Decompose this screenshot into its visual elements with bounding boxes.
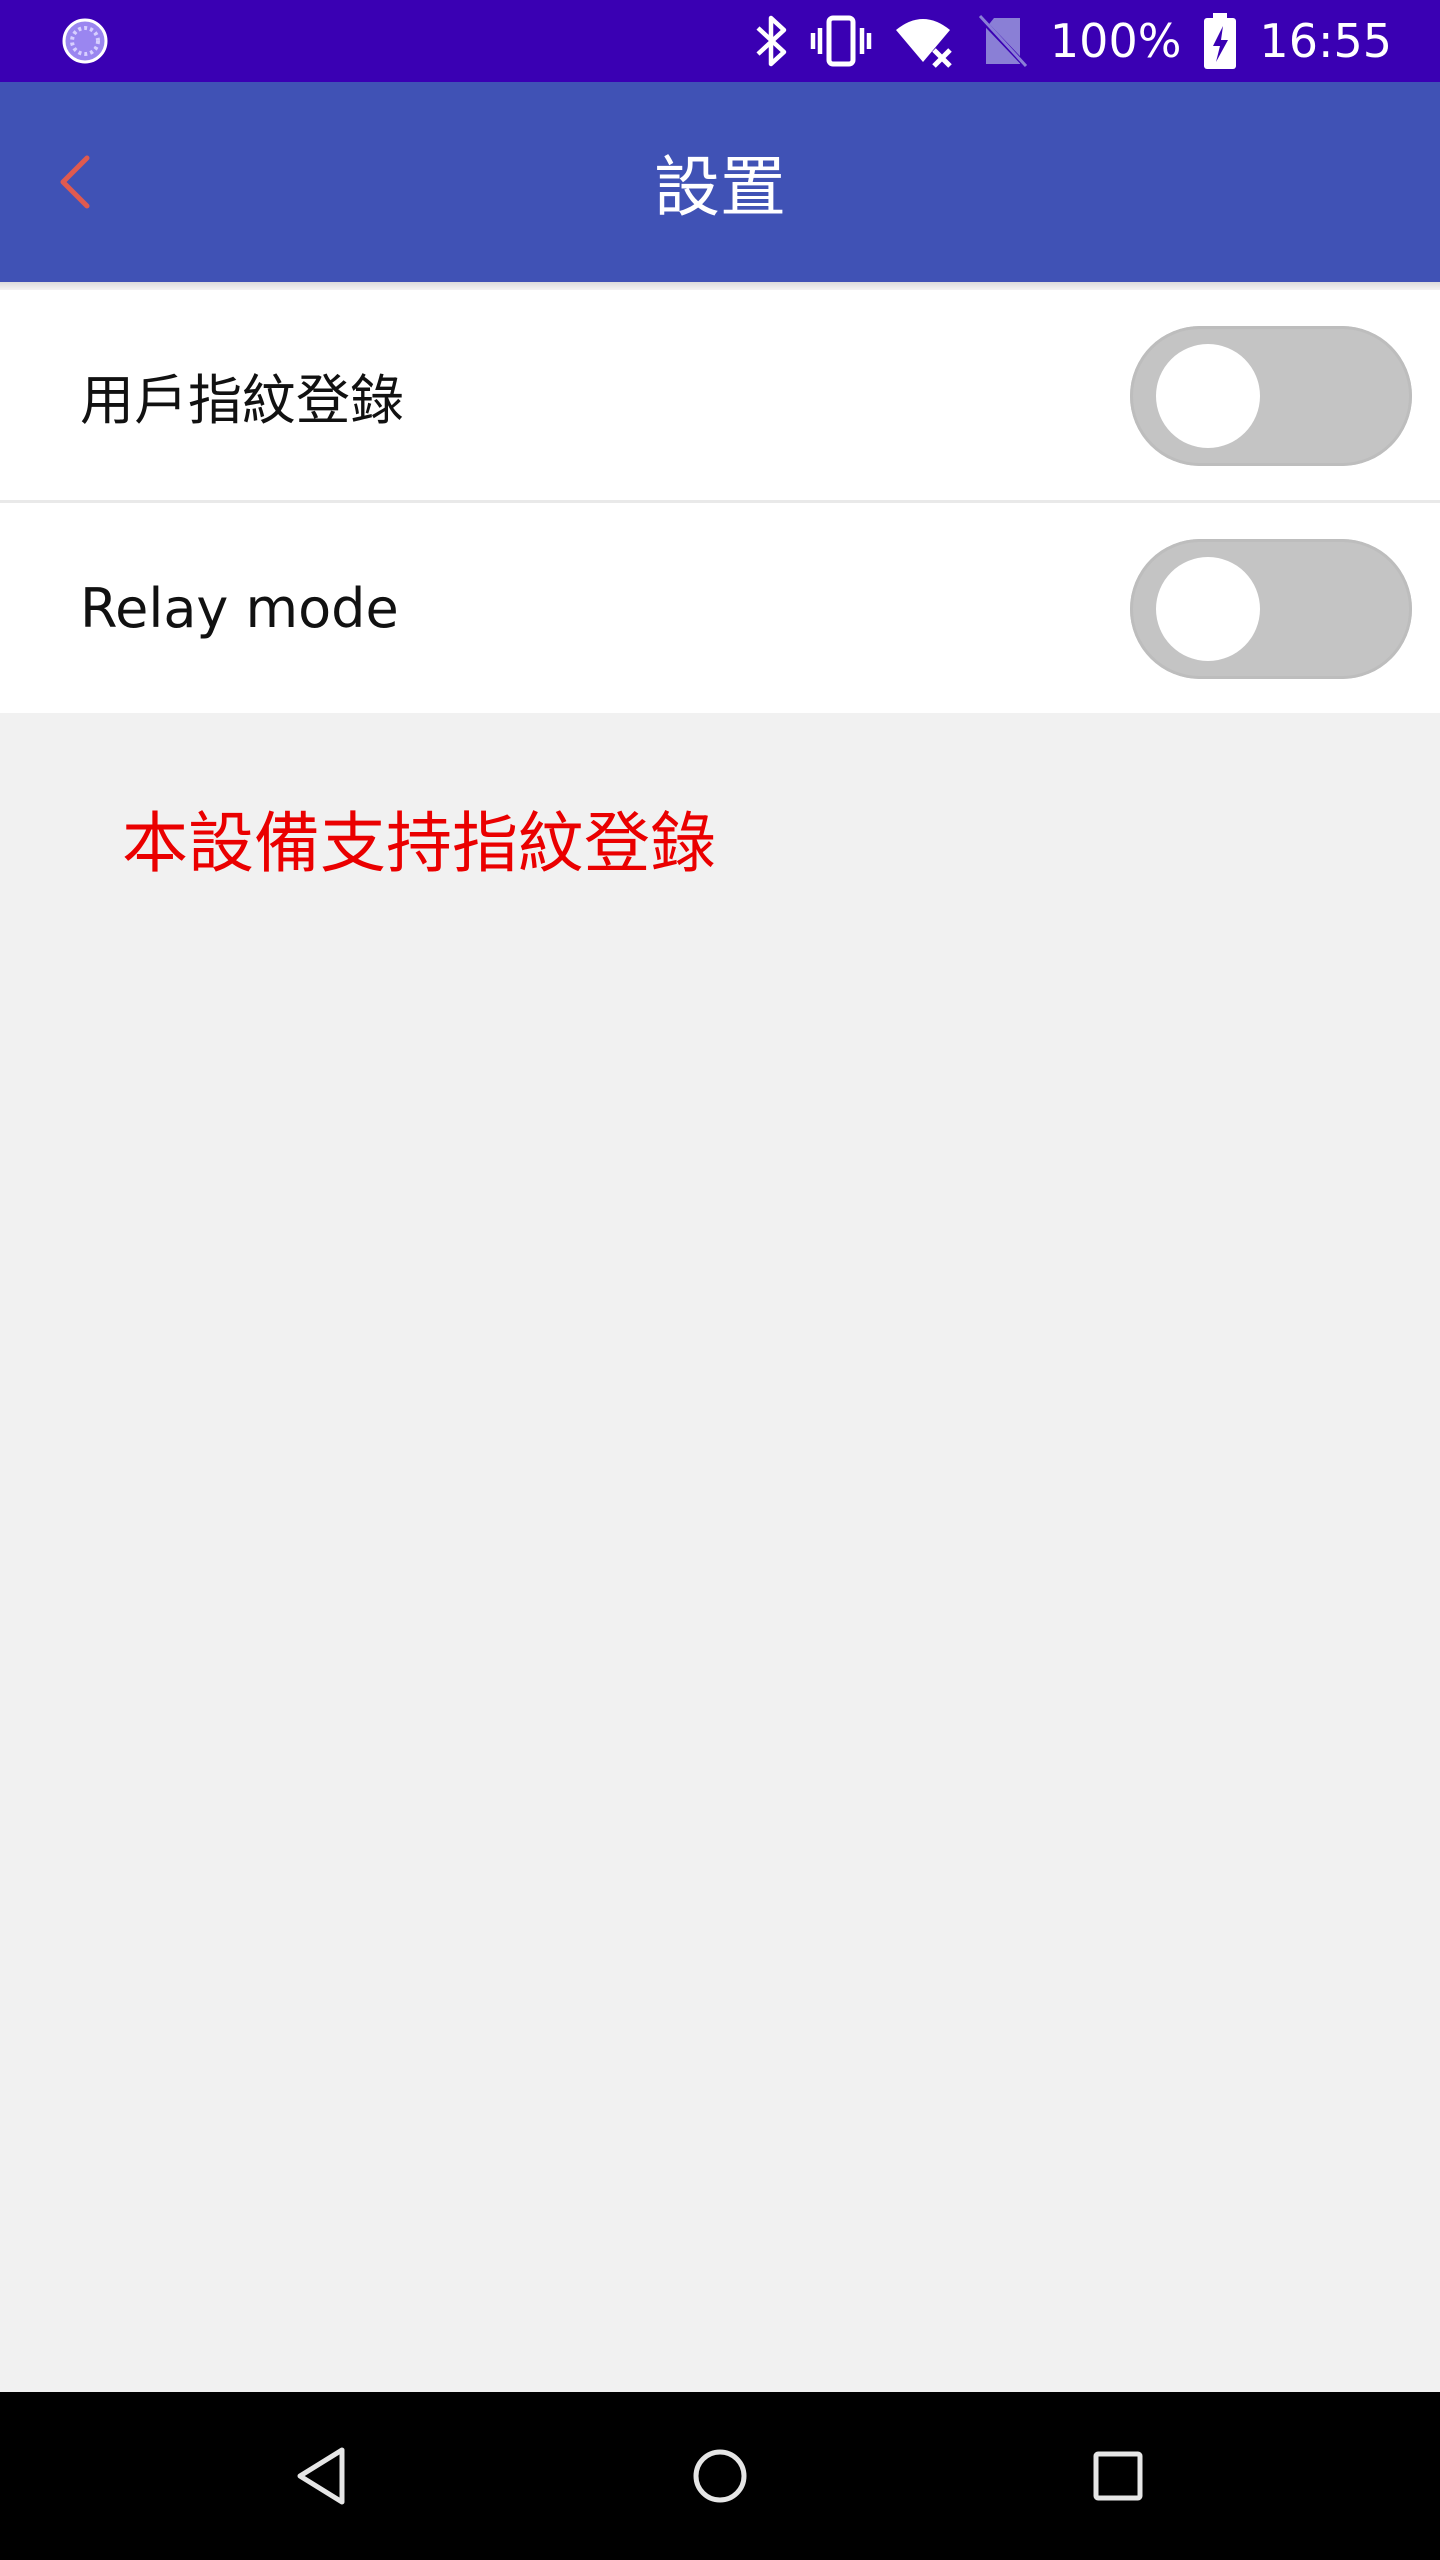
chevron-left-icon: [60, 155, 90, 209]
home-circle-icon: [693, 2449, 747, 2503]
page-title: 設置: [654, 149, 786, 226]
setting-label-relay-mode: Relay mode: [80, 576, 399, 640]
fingerprint-login-toggle[interactable]: [1130, 326, 1412, 466]
toggle-knob: [1156, 344, 1260, 448]
back-button[interactable]: [20, 127, 130, 237]
setting-row-fingerprint-login: 用戶指紋登錄: [0, 290, 1440, 503]
nav-back-button[interactable]: [282, 2436, 362, 2516]
app-bar-shadow: [0, 282, 1440, 290]
recents-square-icon: [1093, 2451, 1143, 2501]
no-sim-icon: [978, 0, 1028, 82]
back-triangle-icon: [297, 2447, 345, 2505]
vibrate-icon: [810, 0, 872, 82]
fingerprint-support-note: 本設備支持指紋登錄: [122, 805, 716, 882]
nav-recents-button[interactable]: [1078, 2436, 1158, 2516]
wifi-no-internet-icon: [894, 0, 956, 82]
battery-charging-icon: [1203, 0, 1237, 82]
battery-percent: 100%: [1049, 14, 1182, 68]
app-bar: 設置: [0, 82, 1440, 282]
status-icons: 100% 16:55: [754, 0, 1392, 82]
relay-mode-toggle[interactable]: [1130, 539, 1412, 679]
toggle-knob: [1156, 557, 1260, 661]
system-nav-bar: [0, 2392, 1440, 2560]
bluetooth-icon: [754, 0, 788, 82]
setting-row-relay-mode: Relay mode: [0, 503, 1440, 713]
status-time: 16:55: [1259, 14, 1392, 68]
app-notification-icon: [62, 18, 108, 64]
nav-home-button[interactable]: [680, 2436, 760, 2516]
setting-label-fingerprint-login: 用戶指紋登錄: [80, 368, 404, 432]
settings-list: 用戶指紋登錄 Relay mode: [0, 290, 1440, 713]
status-bar: 100% 16:55: [0, 0, 1440, 82]
